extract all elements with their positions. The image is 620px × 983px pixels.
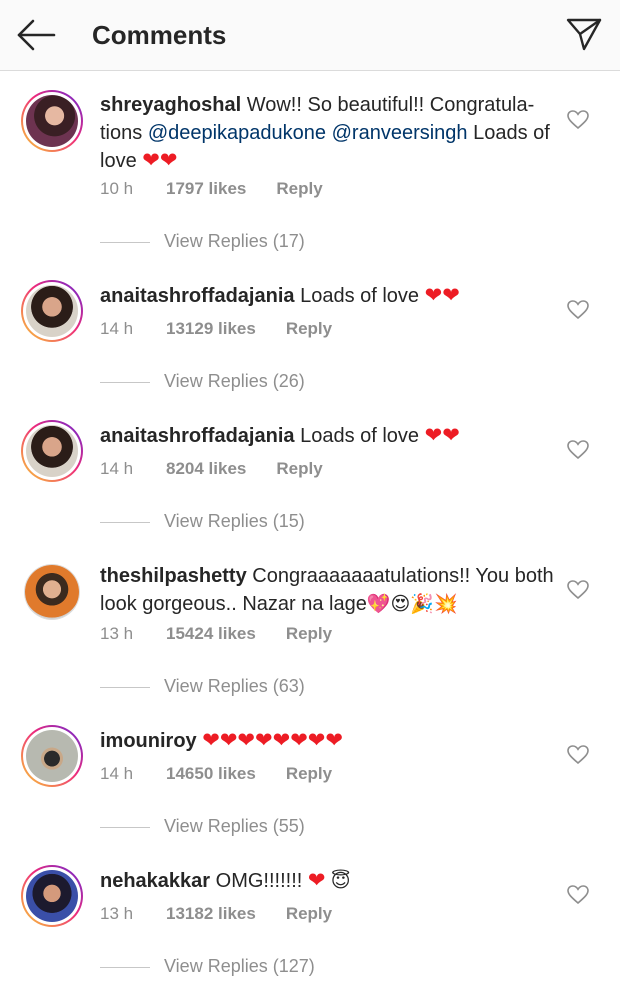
comment-text: imouniroy ❤❤❤❤❤❤❤❤ xyxy=(100,727,555,755)
heart-emoji: ❤❤ xyxy=(424,424,460,447)
heart-outline-icon[interactable] xyxy=(567,300,589,320)
comment-meta: 14 h 13129 likes Reply xyxy=(100,318,332,340)
heart-outline-icon[interactable] xyxy=(567,110,589,130)
heart-emoji: ❤❤❤❤❤❤❤❤ xyxy=(202,729,343,752)
reply-button[interactable]: Reply xyxy=(276,178,322,200)
comment-time: 14 h xyxy=(100,764,134,783)
comment-meta: 14 h 8204 likes Reply xyxy=(100,458,323,480)
view-replies[interactable]: View Replies (26) xyxy=(100,370,305,392)
comment-username[interactable]: anaitashroffadajania xyxy=(100,285,295,307)
mention-link[interactable]: @ranveersingh xyxy=(332,122,468,144)
view-replies-link[interactable]: View Replies (55) xyxy=(164,816,305,836)
avatar-image xyxy=(26,730,78,782)
comment-username[interactable]: imouniroy xyxy=(100,730,197,752)
comment-text: anaitashroffadajania Loads of love ❤❤ xyxy=(100,282,555,310)
heart-emoji: ❤❤ xyxy=(142,149,178,172)
comment-username[interactable]: anaitashroffadajania xyxy=(100,425,295,447)
comment-username[interactable]: nehakakkar xyxy=(100,870,210,892)
comment-meta: 13 h 15424 likes Reply xyxy=(100,623,332,645)
comment-likes[interactable]: 1797 likes xyxy=(166,178,246,200)
comment-body: OMG!!!!!!! xyxy=(210,870,308,892)
comment-text: theshilpashetty Congraaaaaaatulations!! … xyxy=(100,562,555,619)
view-replies[interactable]: View Replies (15) xyxy=(100,510,305,532)
comment-username[interactable]: shreyaghoshal xyxy=(100,94,241,116)
comment-meta: 10 h 1797 likes Reply xyxy=(100,178,323,200)
view-replies-link[interactable]: View Replies (15) xyxy=(164,511,305,531)
arrow-left-icon[interactable] xyxy=(16,18,56,52)
view-replies[interactable]: View Replies (127) xyxy=(100,955,315,977)
avatar-image xyxy=(26,870,78,922)
avatar[interactable] xyxy=(21,280,83,342)
view-replies-link[interactable]: View Replies (127) xyxy=(164,956,315,976)
replies-divider xyxy=(100,966,150,968)
comment-username[interactable]: theshilpashetty xyxy=(100,565,247,587)
view-replies[interactable]: View Replies (55) xyxy=(100,815,305,837)
avatar-image xyxy=(26,425,78,477)
comment-likes[interactable]: 15424 likes xyxy=(166,623,256,645)
replies-divider xyxy=(100,826,150,828)
comment-time: 10 h xyxy=(100,179,134,198)
reply-button[interactable]: Reply xyxy=(286,903,332,925)
avatar[interactable] xyxy=(21,865,83,927)
reply-button[interactable]: Reply xyxy=(286,318,332,340)
comment-text: anaitashroffadajania Loads of love ❤❤ xyxy=(100,422,555,450)
view-replies[interactable]: View Replies (17) xyxy=(100,230,305,252)
comment-body: Loads of love xyxy=(294,425,420,447)
avatar-image xyxy=(26,95,78,147)
emoji-group: 💖😍🎉💥 xyxy=(366,594,458,615)
avatar[interactable] xyxy=(24,564,80,620)
replies-divider xyxy=(100,381,150,383)
avatar[interactable] xyxy=(21,90,83,152)
paper-plane-icon[interactable] xyxy=(565,15,603,53)
replies-divider xyxy=(100,241,150,243)
replies-divider xyxy=(100,521,150,523)
comment-likes[interactable]: 13129 likes xyxy=(166,318,256,340)
reply-button[interactable]: Reply xyxy=(286,763,332,785)
top-bar: Comments xyxy=(0,0,620,71)
comment-time: 14 h xyxy=(100,319,134,338)
comment-meta: 13 h 13182 likes Reply xyxy=(100,903,332,925)
heart-outline-icon[interactable] xyxy=(567,580,589,600)
comment-time: 13 h xyxy=(100,904,134,923)
reply-button[interactable]: Reply xyxy=(286,623,332,645)
comment-time: 13 h xyxy=(100,624,134,643)
comment-text: nehakakkar OMG!!!!!!! ❤ 😇 xyxy=(100,867,555,896)
heart-emoji: ❤ xyxy=(307,869,326,892)
avatar[interactable] xyxy=(21,420,83,482)
heart-outline-icon[interactable] xyxy=(567,885,589,905)
comment-time: 14 h xyxy=(100,459,134,478)
comment-body: Loads of love xyxy=(294,285,420,307)
view-replies-link[interactable]: View Replies (17) xyxy=(164,231,305,251)
heart-outline-icon[interactable] xyxy=(567,440,589,460)
heart-outline-icon[interactable] xyxy=(567,745,589,765)
comment-likes[interactable]: 13182 likes xyxy=(166,903,256,925)
comment-likes[interactable]: 14650 likes xyxy=(166,763,256,785)
emoji-group: 😇 xyxy=(325,871,351,892)
view-replies-link[interactable]: View Replies (63) xyxy=(164,676,305,696)
comment-likes[interactable]: 8204 likes xyxy=(166,458,246,480)
page-title: Comments xyxy=(92,20,227,50)
avatar-image xyxy=(25,565,79,619)
mention-link[interactable]: @deepikapadukone xyxy=(148,122,326,144)
heart-emoji: ❤❤ xyxy=(424,284,460,307)
view-replies[interactable]: View Replies (63) xyxy=(100,675,305,697)
comment-text: shreyaghoshal Wow!! So beautiful!! Congr… xyxy=(100,91,555,175)
avatar[interactable] xyxy=(21,725,83,787)
replies-divider xyxy=(100,686,150,688)
avatar-image xyxy=(26,285,78,337)
comment-meta: 14 h 14650 likes Reply xyxy=(100,763,332,785)
reply-button[interactable]: Reply xyxy=(276,458,322,480)
view-replies-link[interactable]: View Replies (26) xyxy=(164,371,305,391)
